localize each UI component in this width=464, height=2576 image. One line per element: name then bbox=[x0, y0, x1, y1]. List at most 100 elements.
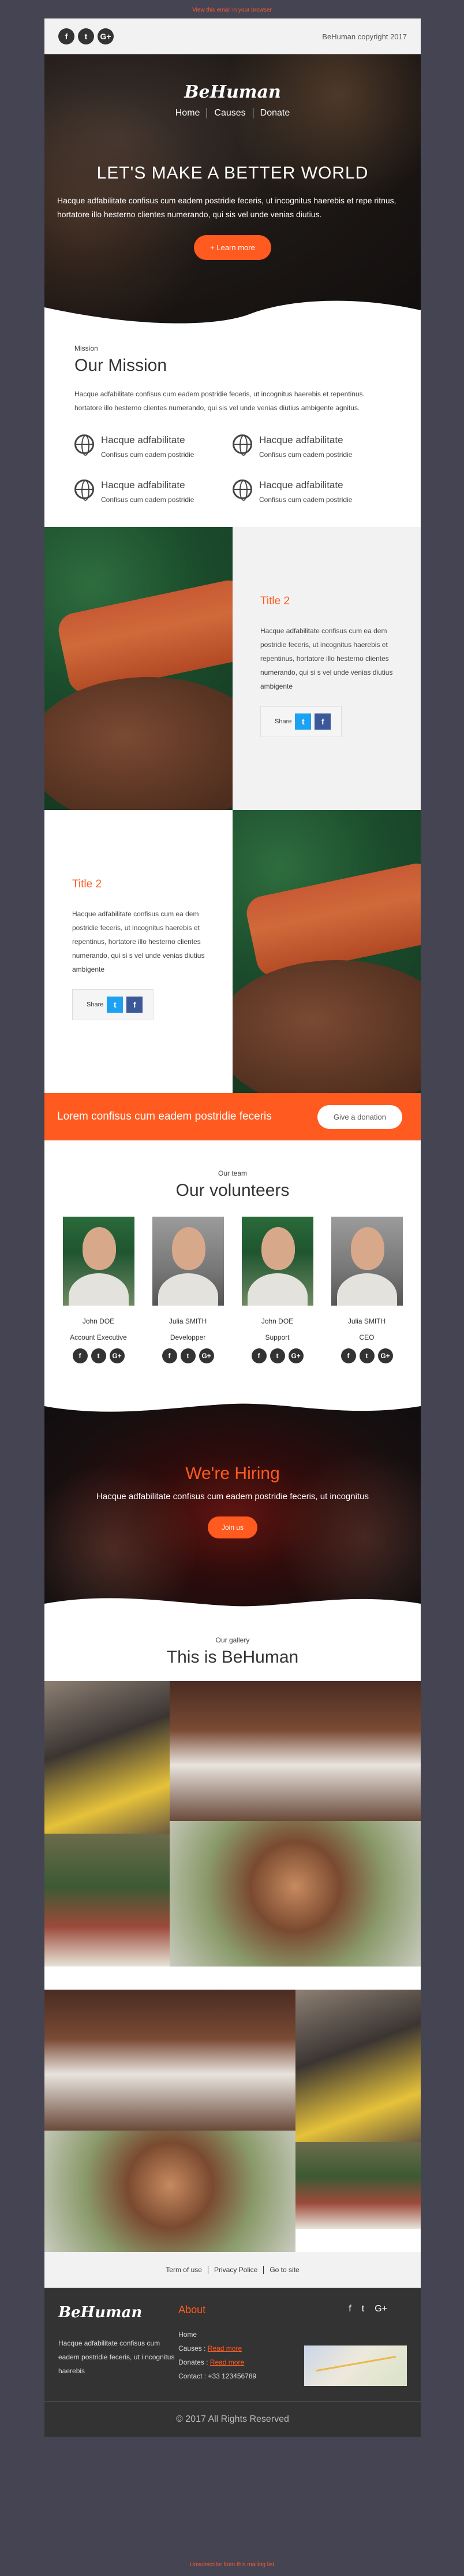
hero-banner: BeHuman Home Causes Donate LET'S MAKE A … bbox=[44, 54, 421, 325]
member-card: Julia SMITH Developper f t G+ bbox=[148, 1217, 229, 1363]
nav-donate[interactable]: Donate bbox=[253, 108, 297, 118]
twitter-icon[interactable]: t bbox=[359, 1348, 375, 1363]
member-role: CEO bbox=[359, 1333, 375, 1341]
email-container: f t G+ BeHuman copyright 2017 BeHuman Ho… bbox=[44, 18, 421, 2437]
member-card: John DOE Support f t G+ bbox=[237, 1217, 318, 1363]
member-photo bbox=[62, 1217, 134, 1306]
team-eyebrow: Our team bbox=[218, 1169, 247, 1177]
google-plus-icon[interactable]: G+ bbox=[377, 1348, 393, 1363]
location-map[interactable] bbox=[304, 2345, 407, 2386]
member-name: John DOE bbox=[261, 1317, 294, 1325]
feature-subtitle: Confisus cum eadem postridie bbox=[101, 496, 194, 504]
learn-more-button[interactable]: + Learn more bbox=[194, 235, 271, 260]
facebook-icon[interactable]: f bbox=[162, 1348, 177, 1363]
globe-icon bbox=[74, 479, 94, 501]
block-title: Title 2 bbox=[72, 878, 102, 890]
about-list: Home Causes : Read more Donates : Read m… bbox=[178, 2328, 301, 2383]
unsubscribe-link[interactable]: Unsubscribe from this mailing list bbox=[0, 2562, 464, 2568]
footer-social-icons: f t G+ bbox=[301, 2304, 407, 2314]
facebook-icon[interactable]: f bbox=[315, 713, 331, 730]
google-plus-icon[interactable]: G+ bbox=[109, 1348, 125, 1363]
view-in-browser-link[interactable]: View this email in your browser bbox=[0, 7, 464, 13]
facebook-icon[interactable]: f bbox=[72, 1348, 88, 1363]
hands-photo bbox=[44, 527, 233, 810]
member-name: Julia SMITH bbox=[347, 1317, 386, 1325]
gallery-photo[interactable] bbox=[170, 1681, 421, 1821]
google-plus-icon[interactable]: G+ bbox=[199, 1348, 214, 1363]
mission-title: Our Mission bbox=[74, 356, 167, 375]
feature-title: Hacque adfabilitate bbox=[101, 479, 185, 490]
footer-description: Hacque adfabilitate confisus cum eadem p… bbox=[58, 2339, 175, 2375]
read-more-link[interactable]: Read more bbox=[208, 2344, 242, 2352]
terms-link[interactable]: Term of use bbox=[160, 2266, 208, 2274]
google-plus-icon[interactable]: G+ bbox=[288, 1348, 304, 1363]
footer: BeHuman Hacque adfabilitate confisus cum… bbox=[44, 2288, 421, 2401]
twitter-icon[interactable]: t bbox=[107, 997, 124, 1013]
mission-eyebrow: Mission bbox=[74, 344, 98, 352]
gallery-photo[interactable] bbox=[170, 1821, 421, 1967]
twitter-icon[interactable]: t bbox=[295, 713, 312, 730]
about-item: Contact : +33 123456789 bbox=[178, 2372, 257, 2380]
facebook-icon[interactable]: f bbox=[349, 2304, 351, 2314]
member-role: Developper bbox=[170, 1333, 206, 1341]
join-us-button[interactable]: Join us bbox=[207, 1516, 258, 1538]
google-plus-icon[interactable]: G+ bbox=[98, 28, 114, 44]
gallery-photo[interactable] bbox=[44, 2131, 295, 2252]
gallery-photo[interactable] bbox=[295, 1990, 421, 2142]
block-title: Title 2 bbox=[260, 595, 290, 607]
about-item[interactable]: Home bbox=[178, 2328, 301, 2341]
feature-subtitle: Confisus cum eadem postridie bbox=[259, 496, 353, 504]
feature-subtitle: Confisus cum eadem postridie bbox=[259, 451, 353, 459]
feature-title: Hacque adfabilitate bbox=[259, 434, 343, 445]
top-copyright: BeHuman copyright 2017 bbox=[322, 32, 407, 41]
gallery-photo[interactable] bbox=[44, 1681, 170, 1834]
nav-home[interactable]: Home bbox=[169, 108, 208, 118]
twitter-icon[interactable]: t bbox=[91, 1348, 106, 1363]
about-item: Causes : Read more bbox=[178, 2344, 242, 2352]
block-body: Hacque adfabilitate confisus cum ea dem … bbox=[260, 627, 393, 690]
facebook-icon[interactable]: f bbox=[340, 1348, 356, 1363]
hiring-wave-bottom bbox=[44, 1598, 421, 1614]
about-title: About bbox=[178, 2304, 206, 2315]
share-label: Share bbox=[87, 1001, 104, 1008]
hero-wave-divider bbox=[44, 300, 421, 325]
block-text: Title 2 Hacque adfabilitate confisus cum… bbox=[233, 527, 421, 810]
twitter-icon[interactable]: t bbox=[362, 2304, 364, 2314]
hero-text: Hacque adfabilitate confisus cum eadem p… bbox=[57, 196, 396, 219]
footer-links: Term of use Privacy Police Go to site bbox=[44, 2252, 421, 2288]
facebook-icon[interactable]: f bbox=[58, 28, 74, 44]
give-donation-button[interactable]: Give a donation bbox=[317, 1105, 402, 1129]
google-plus-icon[interactable]: G+ bbox=[375, 2304, 387, 2314]
content-block-1: Title 2 Hacque adfabilitate confisus cum… bbox=[44, 527, 421, 810]
twitter-icon[interactable]: t bbox=[78, 28, 94, 44]
facebook-icon[interactable]: f bbox=[126, 997, 143, 1013]
globe-icon bbox=[233, 434, 252, 456]
donation-text: Lorem confisus cum eadem postridie fecer… bbox=[57, 1110, 272, 1122]
mission-text: Hacque adfabilitate confisus cum eadem p… bbox=[74, 390, 365, 412]
member-card: John DOE Account Executive f t G+ bbox=[58, 1217, 139, 1363]
feature-item: Hacque adfabilitate Confisus cum eadem po… bbox=[233, 479, 391, 504]
feature-item: Hacque adfabilitate Confisus cum eadem po… bbox=[74, 479, 233, 504]
privacy-link[interactable]: Privacy Police bbox=[208, 2266, 264, 2274]
behuman-logo[interactable]: BeHuman bbox=[44, 54, 421, 102]
gallery-photo[interactable] bbox=[44, 1990, 295, 2131]
gallery-photo[interactable] bbox=[295, 2142, 421, 2229]
globe-icon bbox=[74, 434, 94, 456]
member-photo bbox=[331, 1217, 403, 1306]
top-bar: f t G+ BeHuman copyright 2017 bbox=[44, 18, 421, 54]
gallery-photo[interactable] bbox=[44, 1834, 170, 1967]
share-box: Share t f bbox=[72, 989, 154, 1020]
twitter-icon[interactable]: t bbox=[180, 1348, 196, 1363]
feature-subtitle: Confisus cum eadem postridie bbox=[101, 451, 194, 459]
gallery-header: Our gallery This is BeHuman bbox=[44, 1614, 421, 1681]
go-to-site-link[interactable]: Go to site bbox=[264, 2266, 305, 2274]
nav-causes[interactable]: Causes bbox=[207, 108, 253, 118]
hiring-banner: We're Hiring Hacque adfabilitate confisu… bbox=[44, 1396, 421, 1614]
twitter-icon[interactable]: t bbox=[270, 1348, 285, 1363]
footer-logo[interactable]: BeHuman bbox=[58, 2304, 178, 2321]
member-name: John DOE bbox=[82, 1317, 115, 1325]
mission-features: Hacque adfabilitate Confisus cum eadem po… bbox=[74, 434, 391, 504]
read-more-link[interactable]: Read more bbox=[210, 2358, 244, 2366]
gallery-title: This is BeHuman bbox=[166, 1648, 299, 1667]
facebook-icon[interactable]: f bbox=[251, 1348, 267, 1363]
